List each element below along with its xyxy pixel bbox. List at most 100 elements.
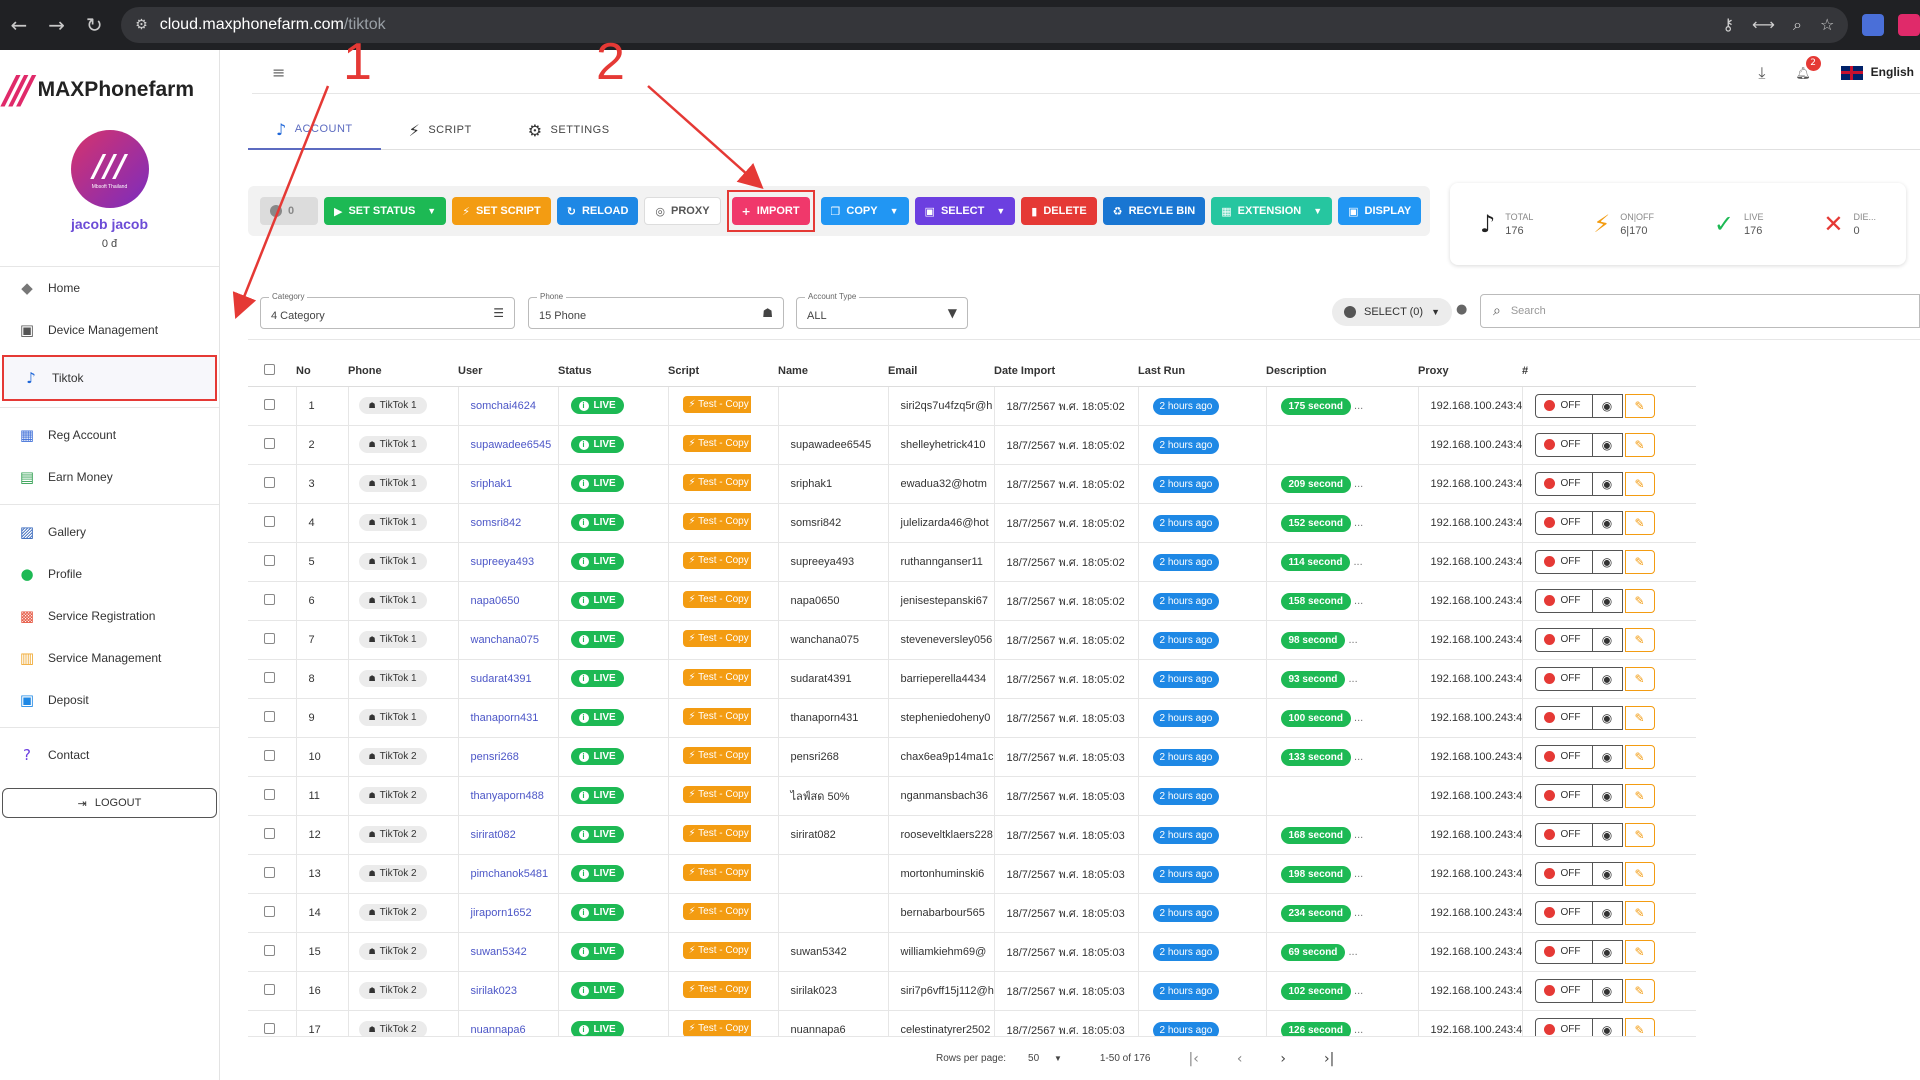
- edit-pencil-icon[interactable]: ✎: [1624, 939, 1655, 964]
- phone-chip[interactable]: ☗ TikTok 1: [358, 436, 427, 453]
- column-header[interactable]: Description: [1266, 356, 1418, 387]
- edit-pencil-icon[interactable]: ✎: [1624, 1017, 1655, 1036]
- script-chip[interactable]: ⚡︎ Test - Copy: [682, 629, 751, 647]
- select-all-checkbox[interactable]: [264, 363, 275, 375]
- user-link[interactable]: sudarat4391: [457, 659, 558, 699]
- account-type-select[interactable]: Account Type ALL ▼: [796, 292, 968, 329]
- user-link[interactable]: somchai4624: [457, 386, 558, 426]
- power-toggle-button[interactable]: OFF: [1534, 588, 1593, 613]
- sidebar-item-service-registration[interactable]: ▩ Service Registration: [0, 595, 219, 637]
- back-icon[interactable]: ←: [0, 13, 38, 37]
- column-header[interactable]: Last Run: [1138, 356, 1266, 387]
- script-chip[interactable]: ⚡︎ Test - Copy: [682, 590, 751, 608]
- table-row[interactable]: 1 ☗ TikTok 1 somchai4624 i LIVE ⚡︎ Test - …: [248, 386, 1696, 426]
- table-row[interactable]: 17 ☗ TikTok 2 nuannapa6 i LIVE ⚡︎ Test - C…: [248, 1010, 1696, 1036]
- script-chip[interactable]: ⚡︎ Test - Copy: [682, 434, 751, 452]
- script-chip[interactable]: ⚡︎ Test - Copy: [682, 902, 751, 920]
- tab-account[interactable]: ♪ ACCOUNT: [248, 110, 381, 150]
- row-checkbox[interactable]: [264, 671, 275, 683]
- zoom-icon[interactable]: ⌕: [1793, 15, 1802, 35]
- copy-button[interactable]: ❐ COPY ▼: [820, 197, 909, 225]
- script-chip[interactable]: ⚡︎ Test - Copy: [682, 746, 751, 764]
- edit-pencil-icon[interactable]: ✎: [1624, 978, 1655, 1003]
- view-eye-icon[interactable]: ◉: [1592, 549, 1623, 574]
- translate-extension-icon[interactable]: [1862, 14, 1885, 36]
- user-link[interactable]: jiraporn1652: [457, 893, 558, 933]
- sidebar-item-gallery[interactable]: ▨ Gallery: [0, 511, 219, 553]
- power-toggle-button[interactable]: OFF: [1534, 627, 1593, 652]
- download-icon[interactable]: ⤓: [1758, 63, 1765, 83]
- select-count-pill[interactable]: SELECT (0) ▼: [1332, 298, 1453, 326]
- sidebar-item-deposit[interactable]: ▣ Deposit: [0, 679, 219, 721]
- edit-pencil-icon[interactable]: ✎: [1624, 900, 1655, 925]
- table-row[interactable]: 6 ☗ TikTok 1 napa0650 i LIVE ⚡︎ Test - Cop…: [248, 581, 1696, 621]
- column-header[interactable]: Phone: [348, 356, 458, 387]
- delete-button[interactable]: ▮ DELETE: [1021, 197, 1097, 225]
- row-checkbox[interactable]: [264, 905, 275, 917]
- rows-per-page-select[interactable]: 50 ▼: [1028, 1053, 1062, 1064]
- edit-pencil-icon[interactable]: ✎: [1624, 783, 1655, 808]
- power-toggle-button[interactable]: OFF: [1534, 432, 1593, 457]
- row-checkbox[interactable]: [264, 632, 275, 644]
- view-eye-icon[interactable]: ◉: [1592, 1017, 1623, 1036]
- user-link[interactable]: pimchanok5481: [457, 854, 558, 894]
- last-page-icon[interactable]: ›|: [1324, 1051, 1334, 1067]
- row-checkbox[interactable]: [264, 983, 275, 995]
- view-eye-icon[interactable]: ◉: [1592, 588, 1623, 613]
- power-toggle-button[interactable]: OFF: [1534, 783, 1593, 808]
- next-page-icon[interactable]: ›: [1280, 1051, 1286, 1067]
- view-eye-icon[interactable]: ◉: [1592, 744, 1623, 769]
- proxy-button[interactable]: ◎ PROXY: [644, 197, 721, 225]
- reload-icon[interactable]: ↻: [75, 13, 113, 37]
- column-header[interactable]: Date Import: [994, 356, 1138, 387]
- row-checkbox[interactable]: [264, 593, 275, 605]
- phone-chip[interactable]: ☗ TikTok 1: [358, 592, 427, 609]
- menu-toggle-icon[interactable]: ≡: [272, 63, 285, 82]
- row-checkbox[interactable]: [264, 944, 275, 956]
- view-eye-icon[interactable]: ◉: [1592, 861, 1623, 886]
- table-row[interactable]: 5 ☗ TikTok 1 supreeya493 i LIVE ⚡︎ Test - …: [248, 542, 1696, 582]
- column-header[interactable]: No: [296, 356, 348, 387]
- prev-page-icon[interactable]: ‹: [1237, 1051, 1243, 1067]
- phone-chip[interactable]: ☗ TikTok 1: [358, 475, 427, 492]
- notification-bell-icon[interactable]: 🔔︎ 2: [1795, 55, 1821, 80]
- script-chip[interactable]: ⚡︎ Test - Copy: [682, 863, 751, 881]
- script-chip[interactable]: ⚡︎ Test - Copy: [682, 473, 751, 491]
- row-checkbox[interactable]: [264, 710, 275, 722]
- user-name[interactable]: jacob jacob: [0, 216, 219, 232]
- view-eye-icon[interactable]: ◉: [1592, 393, 1623, 418]
- column-header[interactable]: Status: [558, 356, 668, 387]
- row-checkbox[interactable]: [264, 476, 275, 488]
- power-toggle-button[interactable]: OFF: [1534, 861, 1593, 886]
- script-chip[interactable]: ⚡︎ Test - Copy: [682, 824, 751, 842]
- phone-chip[interactable]: ☗ TikTok 2: [358, 748, 427, 765]
- view-eye-icon[interactable]: ◉: [1592, 822, 1623, 847]
- table-row[interactable]: 13 ☗ TikTok 2 pimchanok5481 i LIVE ⚡︎ Test…: [248, 854, 1696, 894]
- power-toggle-button[interactable]: OFF: [1534, 471, 1593, 496]
- row-checkbox[interactable]: [264, 437, 275, 449]
- power-toggle-button[interactable]: OFF: [1534, 549, 1593, 574]
- power-toggle-button[interactable]: OFF: [1534, 705, 1593, 730]
- sidebar-item-home[interactable]: ◆ Home: [0, 267, 219, 309]
- sidebar-item-profile[interactable]: ● Profile: [0, 553, 219, 595]
- sidebar-item-device-management[interactable]: ▣ Device Management: [0, 309, 219, 351]
- edit-pencil-icon[interactable]: ✎: [1624, 666, 1655, 691]
- phone-chip[interactable]: ☗ TikTok 2: [358, 826, 427, 843]
- table-row[interactable]: 12 ☗ TikTok 2 sirirat082 i LIVE ⚡︎ Test - …: [248, 815, 1696, 855]
- table-row[interactable]: 15 ☗ TikTok 2 suwan5342 i LIVE ⚡︎ Test - C…: [248, 932, 1696, 972]
- power-toggle-button[interactable]: OFF: [1534, 978, 1593, 1003]
- view-eye-icon[interactable]: ◉: [1592, 432, 1623, 457]
- row-checkbox[interactable]: [264, 515, 275, 527]
- script-chip[interactable]: ⚡︎ Test - Copy: [682, 395, 751, 413]
- user-link[interactable]: sirirat082: [457, 815, 558, 855]
- column-header[interactable]: User: [458, 356, 558, 387]
- set-status-button[interactable]: ▶ SET STATUS ▼: [324, 197, 447, 225]
- table-row[interactable]: 14 ☗ TikTok 2 jiraporn1652 i LIVE ⚡︎ Test …: [248, 893, 1696, 933]
- user-link[interactable]: thanyaporn488: [457, 776, 558, 816]
- user-link[interactable]: pensri268: [457, 737, 558, 777]
- user-link[interactable]: nuannapa6: [457, 1010, 558, 1036]
- first-page-icon[interactable]: |‹: [1188, 1051, 1198, 1067]
- power-toggle-button[interactable]: OFF: [1534, 1017, 1593, 1036]
- view-eye-icon[interactable]: ◉: [1592, 705, 1623, 730]
- sidebar-item-earn-money[interactable]: ▤ Earn Money: [0, 456, 219, 498]
